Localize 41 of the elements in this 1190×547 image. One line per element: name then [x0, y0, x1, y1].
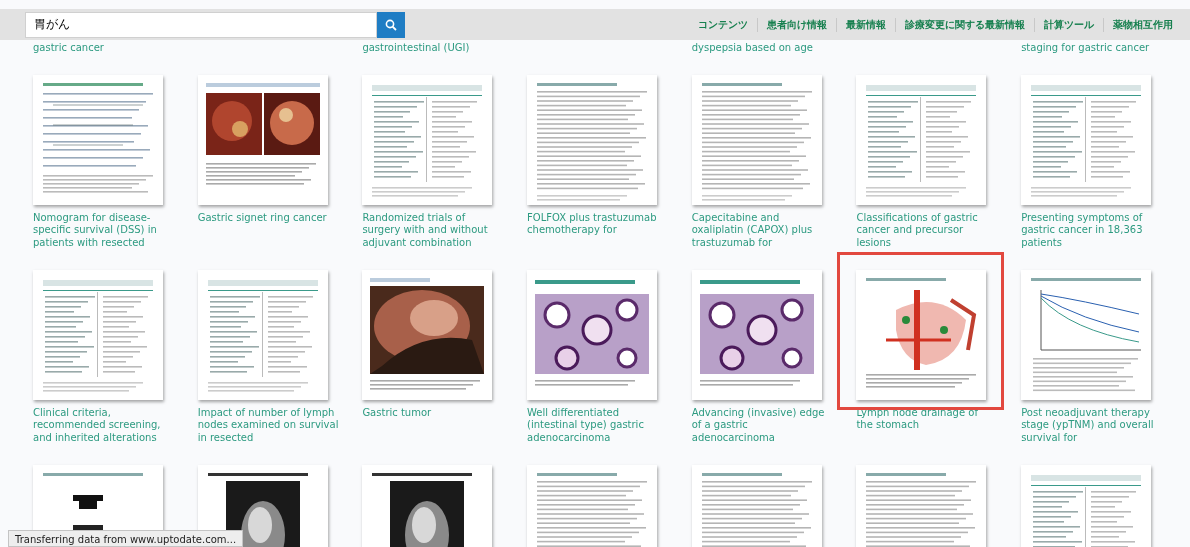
figure-thumbnail[interactable]	[33, 269, 163, 400]
figure-caption[interactable]: FOLFOX plus trastuzumab chemotherapy for	[527, 211, 669, 237]
figure-thumbnail[interactable]	[691, 74, 822, 205]
figure-thumbnail[interactable]	[362, 74, 493, 205]
nav-link[interactable]: 最新情報	[837, 17, 895, 32]
figure-thumbnail[interactable]	[856, 269, 987, 400]
figure-caption[interactable]: Randomized trials of surgery with and without adjuvant combination	[362, 211, 504, 249]
figure-caption[interactable]: Impact of number of lymph nodes examined on survival in resected	[197, 406, 339, 444]
figure-thumbnail[interactable]	[527, 74, 658, 205]
figure-thumbnail[interactable]	[33, 74, 163, 205]
figure-caption[interactable]: Well differentiated (intestinal type) gastric adenocarcinoma	[527, 406, 669, 444]
figure-caption[interactable]: Post neoadjuvant therapy stage (ypTNM) and overall survival for	[1021, 406, 1163, 444]
figure-caption[interactable]: Clinical criteria, recommended screening, and inherited alterations	[33, 406, 174, 444]
figure-caption[interactable]: Gastric signet ring cancer	[197, 211, 339, 224]
figure-caption[interactable]: gastrointestinal (UGI)	[362, 42, 504, 55]
figure-thumbnail[interactable]	[691, 269, 822, 400]
nav-link[interactable]: 患者向け情報	[758, 17, 836, 32]
figure-caption[interactable]: Presenting symptoms of gastric cancer in 18,363 patients	[1021, 211, 1163, 249]
figure-caption[interactable]: Capecitabine and oxaliplatin (CAPOX) plus trastuzumab for	[691, 211, 833, 249]
figure-caption[interactable]: Nomogram for disease-specific survival (DSS) in patients with resected	[33, 211, 174, 249]
figure-thumbnail[interactable]	[856, 74, 987, 205]
figure-thumbnail[interactable]	[1021, 269, 1152, 400]
figure-caption[interactable]: Advancing (invasive) edge of a gastric adenocarcinoma	[691, 406, 833, 444]
figure-caption[interactable]: gastric cancer	[33, 42, 174, 55]
status-tooltip: Transferring data from www.uptodate.com...	[8, 530, 244, 547]
nav-link[interactable]: 診療変更に関する最新情報	[896, 17, 1034, 32]
figure-thumbnail[interactable]	[197, 269, 328, 400]
nav-link[interactable]: 薬物相互作用	[1104, 17, 1182, 32]
nav-link[interactable]: コンテンツ	[689, 17, 757, 32]
figure-caption[interactable]: Gastric tumor	[362, 406, 504, 419]
figure-caption[interactable]: dyspepsia based on age	[691, 42, 833, 55]
search-button[interactable]	[377, 11, 405, 38]
nav-link[interactable]: 計算ツール	[1035, 17, 1103, 32]
search-icon	[385, 18, 397, 31]
figure-thumbnail[interactable]	[362, 269, 493, 400]
figure-caption[interactable]: staging for gastric cancer	[1021, 42, 1163, 55]
figure-thumbnail[interactable]	[1021, 74, 1152, 205]
figure-caption[interactable]: Classifications of gastric cancer and precursor lesions	[856, 211, 998, 249]
search-field[interactable]: 胃がん	[25, 11, 377, 38]
figure-thumbnail[interactable]	[527, 269, 658, 400]
figure-thumbnail[interactable]	[197, 74, 328, 205]
